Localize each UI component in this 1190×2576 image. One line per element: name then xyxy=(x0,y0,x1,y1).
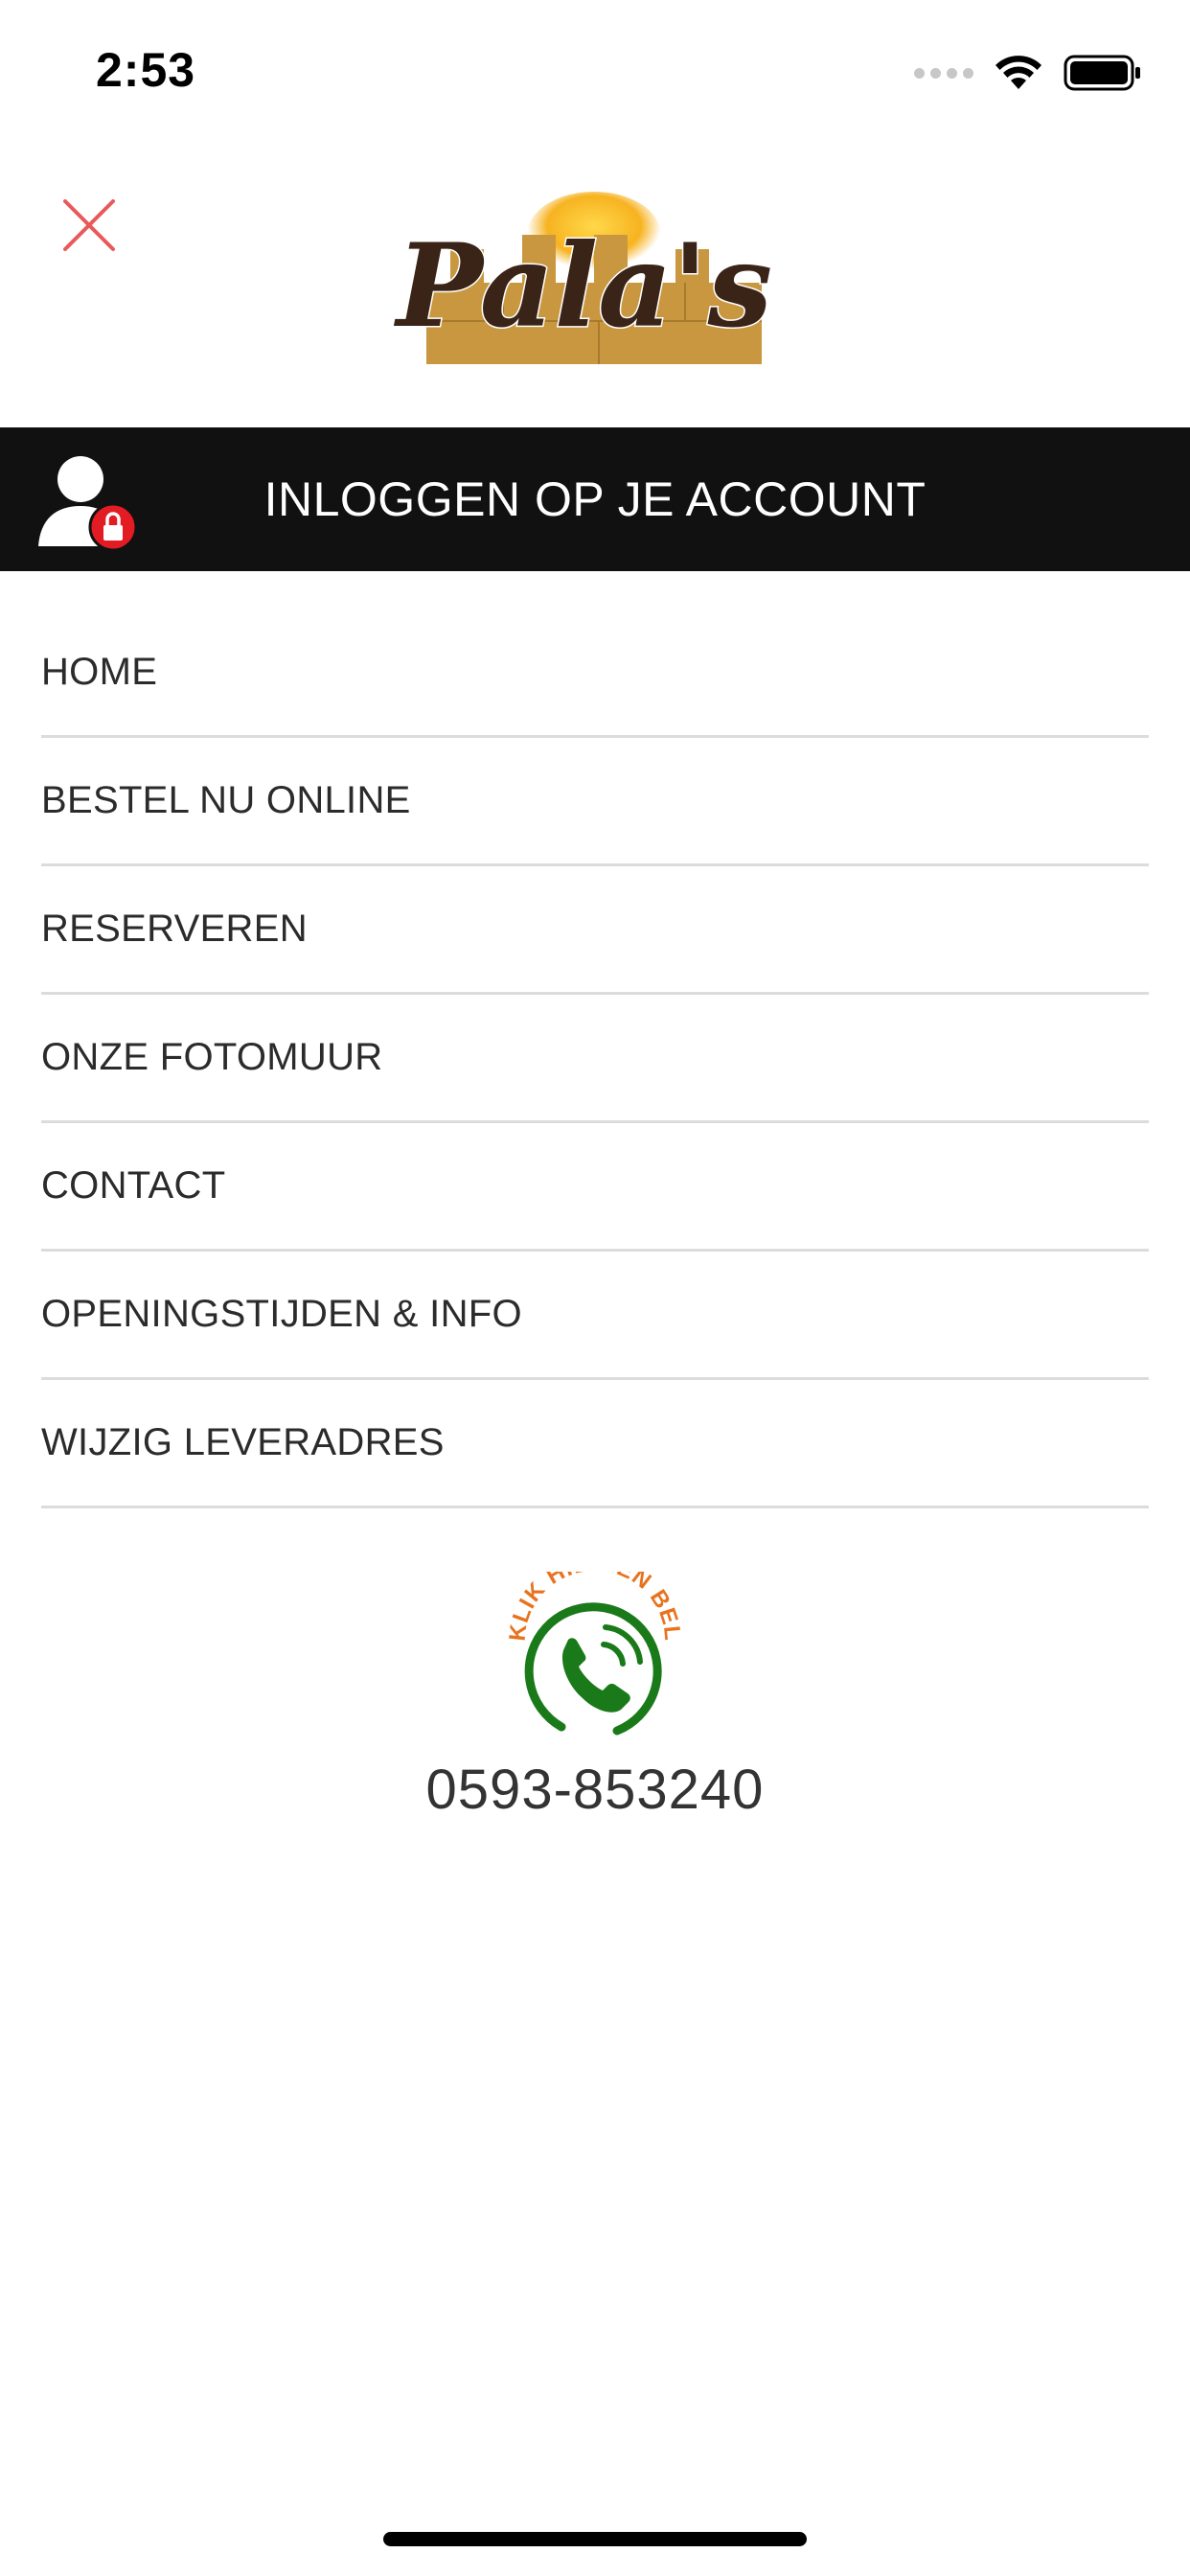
menu-item-home[interactable]: HOME xyxy=(41,610,1149,738)
cellular-signal-icon xyxy=(914,67,973,79)
svg-text:Pala's: Pala's xyxy=(394,218,772,354)
menu-item-reserve[interactable]: RESERVEREN xyxy=(41,866,1149,995)
header: Pala's xyxy=(0,144,1190,427)
login-account-label: INLOGGEN OP JE ACCOUNT xyxy=(263,472,927,526)
logo: Pala's xyxy=(392,192,774,364)
menu-item-change-address[interactable]: WIJZIG LEVERADRES xyxy=(41,1380,1149,1508)
status-time: 2:53 xyxy=(96,43,196,97)
menu-item-label: CONTACT xyxy=(41,1164,226,1207)
menu-item-photo-wall[interactable]: ONZE FOTOMUUR xyxy=(41,995,1149,1123)
menu-item-order-online[interactable]: BESTEL NU ONLINE xyxy=(41,738,1149,866)
menu-item-label: ONZE FOTOMUUR xyxy=(41,1036,383,1078)
home-indicator xyxy=(383,2532,807,2546)
phone-icon[interactable]: KLIK HIER EN BEL xyxy=(504,1572,686,1744)
menu-item-label: BESTEL NU ONLINE xyxy=(41,779,411,821)
menu-item-contact[interactable]: CONTACT xyxy=(41,1123,1149,1252)
menu-item-label: WIJZIG LEVERADRES xyxy=(41,1421,445,1463)
login-account-bar[interactable]: INLOGGEN OP JE ACCOUNT xyxy=(0,427,1190,571)
menu-item-opening-hours[interactable]: OPENINGSTIJDEN & INFO xyxy=(41,1252,1149,1380)
status-icons xyxy=(914,50,1142,96)
menu-item-label: HOME xyxy=(41,651,158,693)
battery-icon xyxy=(1064,55,1140,91)
wifi-icon xyxy=(995,56,1041,89)
status-bar: 2:53 xyxy=(0,0,1190,144)
call-section: KLIK HIER EN BEL 0593-853240 xyxy=(0,1572,1190,1822)
menu-item-label: OPENINGSTIJDEN & INFO xyxy=(41,1293,522,1335)
main-menu: HOME BESTEL NU ONLINE RESERVEREN ONZE FO… xyxy=(41,610,1149,1508)
close-icon[interactable] xyxy=(56,192,123,259)
menu-item-label: RESERVEREN xyxy=(41,908,308,950)
phone-number[interactable]: 0593-853240 xyxy=(0,1758,1190,1822)
